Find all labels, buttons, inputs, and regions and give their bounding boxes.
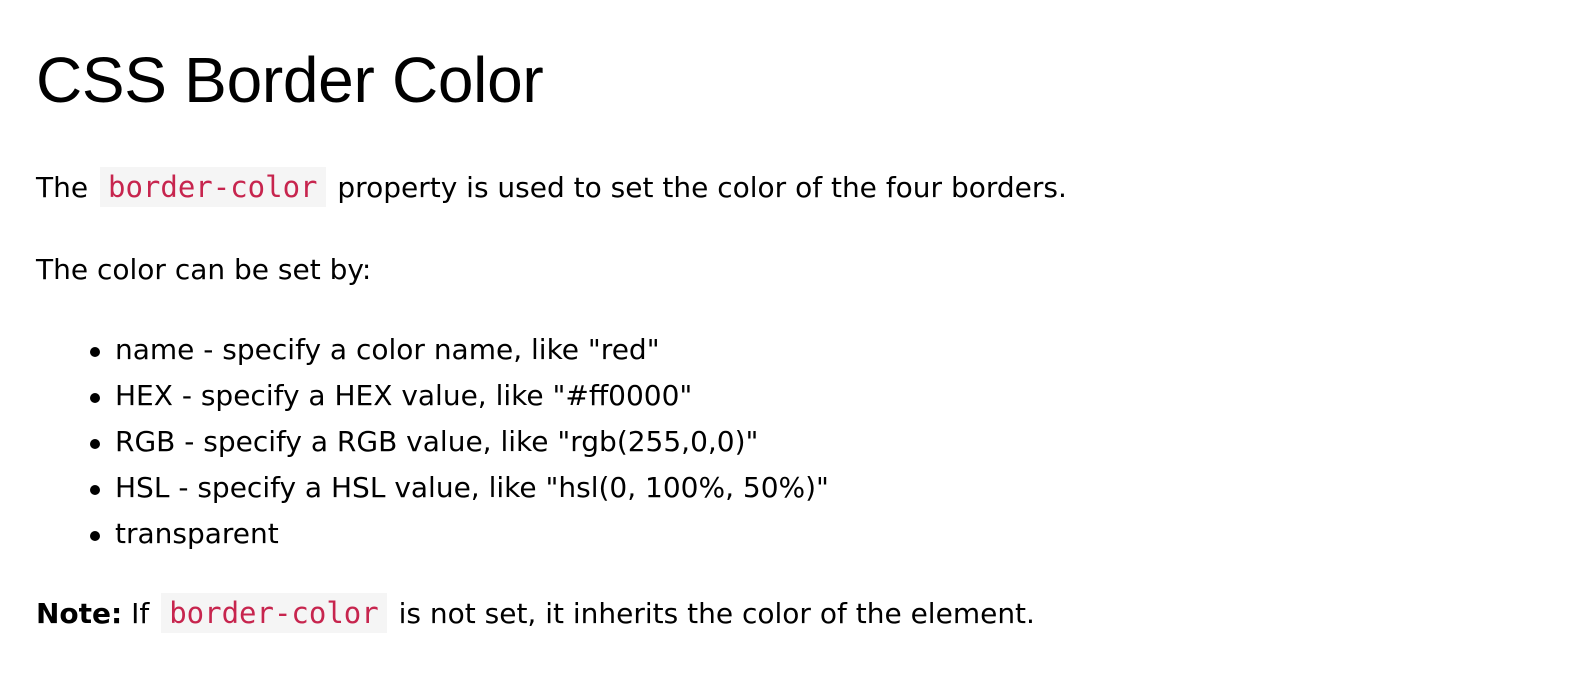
list-item-rgb: RGB - specify a RGB value, like "rgb(255… xyxy=(90,428,829,474)
list-item-hex: HEX - specify a HEX value, like "#ff0000… xyxy=(90,382,829,428)
list-item-transparent: transparent xyxy=(90,520,829,566)
list-item-hsl: HSL - specify a HSL value, like "hsl(0, … xyxy=(90,474,829,520)
note-inline-code: border-color xyxy=(161,593,387,633)
list-lead-paragraph: The color can be set by: xyxy=(36,253,372,286)
intro-text-before: The xyxy=(36,171,89,204)
note-text-before: If xyxy=(131,597,150,630)
note-paragraph: Note: If border-color is not set, it inh… xyxy=(36,593,1035,633)
note-text-after: is not set, it inherits the color of the… xyxy=(398,597,1035,630)
list-item-name: name - specify a color name, like "red" xyxy=(90,336,829,382)
note-label: Note: xyxy=(36,597,123,630)
color-methods-list: name - specify a color name, like "red" … xyxy=(90,336,829,566)
intro-text-after: property is used to set the color of the… xyxy=(337,171,1067,204)
page-title: CSS Border Color xyxy=(36,44,544,116)
intro-inline-code: border-color xyxy=(99,167,326,207)
intro-paragraph: The border-color property is used to set… xyxy=(36,167,1067,207)
